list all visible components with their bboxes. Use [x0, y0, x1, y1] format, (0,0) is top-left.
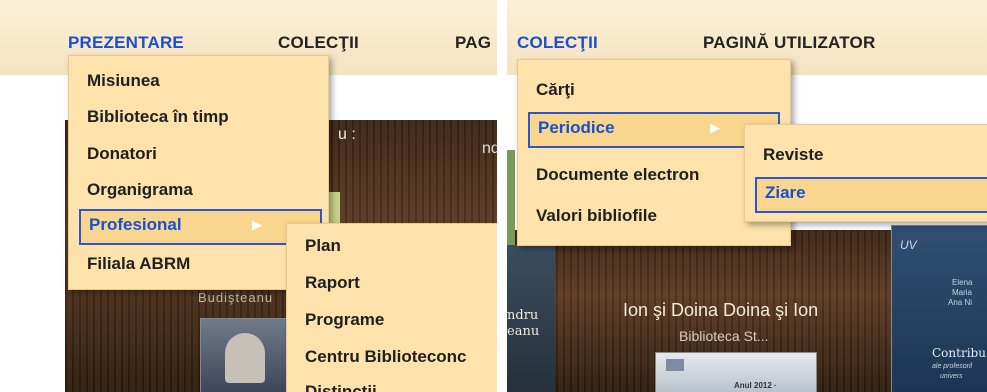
panel-divider: [497, 0, 507, 392]
menu-item-label: Profesional: [89, 215, 182, 234]
nav-colectii[interactable]: COLECŢII: [278, 33, 359, 53]
book-title-text: Budişteanu: [198, 290, 274, 305]
submenu-item-distinctii[interactable]: Distinctii: [297, 376, 497, 392]
book-subtitle-text: ale profesoril: [932, 363, 973, 370]
slideshow-caption-subtitle: Biblioteca St...: [679, 328, 769, 344]
menu-item-biblioteca-in-timp[interactable]: Biblioteca în timp: [79, 101, 322, 133]
submenu-item-ziare[interactable]: Ziare: [755, 177, 987, 213]
nav-pagina-utilizator[interactable]: PAG: [455, 33, 491, 53]
menu-item-organigrama[interactable]: Organigrama: [79, 174, 322, 206]
periodice-submenu: Reviste Ziare: [744, 124, 987, 222]
book-title-text: eanu: [507, 324, 540, 339]
book-year-text: Anul 2012 ·: [734, 381, 777, 390]
book-logo-icon: UV: [900, 238, 917, 252]
book-cover-image: Anul 2012 ·: [655, 352, 817, 392]
background-text: u :: [338, 126, 356, 143]
menu-item-donatori[interactable]: Donatori: [79, 138, 322, 170]
right-panel: COLECŢII PAGINĂ UTILIZATOR ndru eanu Ion…: [507, 0, 987, 392]
book-cover-image: [200, 318, 294, 392]
submenu-item-programe[interactable]: Programe: [297, 304, 497, 336]
submenu-item-centru-biblioteconomic[interactable]: Centru Biblioteconc: [297, 341, 497, 373]
logo-icon: [666, 359, 684, 371]
menu-item-misiunea[interactable]: Misiunea: [79, 65, 322, 97]
nav-colectii[interactable]: COLECŢII: [517, 33, 598, 53]
book-cover-image: UV Elena Maria Ana Ni Contribu ale profe…: [891, 225, 987, 392]
submenu-item-raport[interactable]: Raport: [297, 267, 497, 299]
submenu-arrow-icon: ▶: [710, 120, 720, 135]
submenu-arrow-icon: ▶: [252, 217, 262, 232]
submenu-item-reviste[interactable]: Reviste: [755, 139, 987, 171]
book-author-text: Maria: [952, 288, 973, 297]
menu-item-periodice[interactable]: Periodice ▶: [528, 112, 780, 148]
profesional-submenu: Plan Raport Programe Centru Biblioteconc…: [286, 223, 497, 392]
background-text: ndr: [482, 140, 497, 157]
book-title-text: ndru: [507, 308, 539, 323]
menu-item-label: Periodice: [538, 118, 615, 137]
book-subtitle-text: univers: [940, 373, 963, 380]
book-author-text: Elena: [952, 278, 973, 287]
portrait-image: [225, 333, 265, 383]
nav-prezentare[interactable]: PREZENTARE: [68, 33, 184, 53]
slideshow-caption-title: Ion şi Doina Doina şi Ion: [623, 300, 819, 320]
menu-item-carti[interactable]: Cărţi: [528, 74, 784, 106]
nav-pagina-utilizator[interactable]: PAGINĂ UTILIZATOR: [703, 33, 875, 53]
left-panel: PREZENTARE COLECŢII PAG u : ndr Budiştea…: [0, 0, 497, 392]
submenu-item-plan[interactable]: Plan: [297, 230, 497, 262]
book-author-text: Ana Ni: [948, 298, 973, 307]
book-title-text: Contribu: [932, 346, 986, 360]
